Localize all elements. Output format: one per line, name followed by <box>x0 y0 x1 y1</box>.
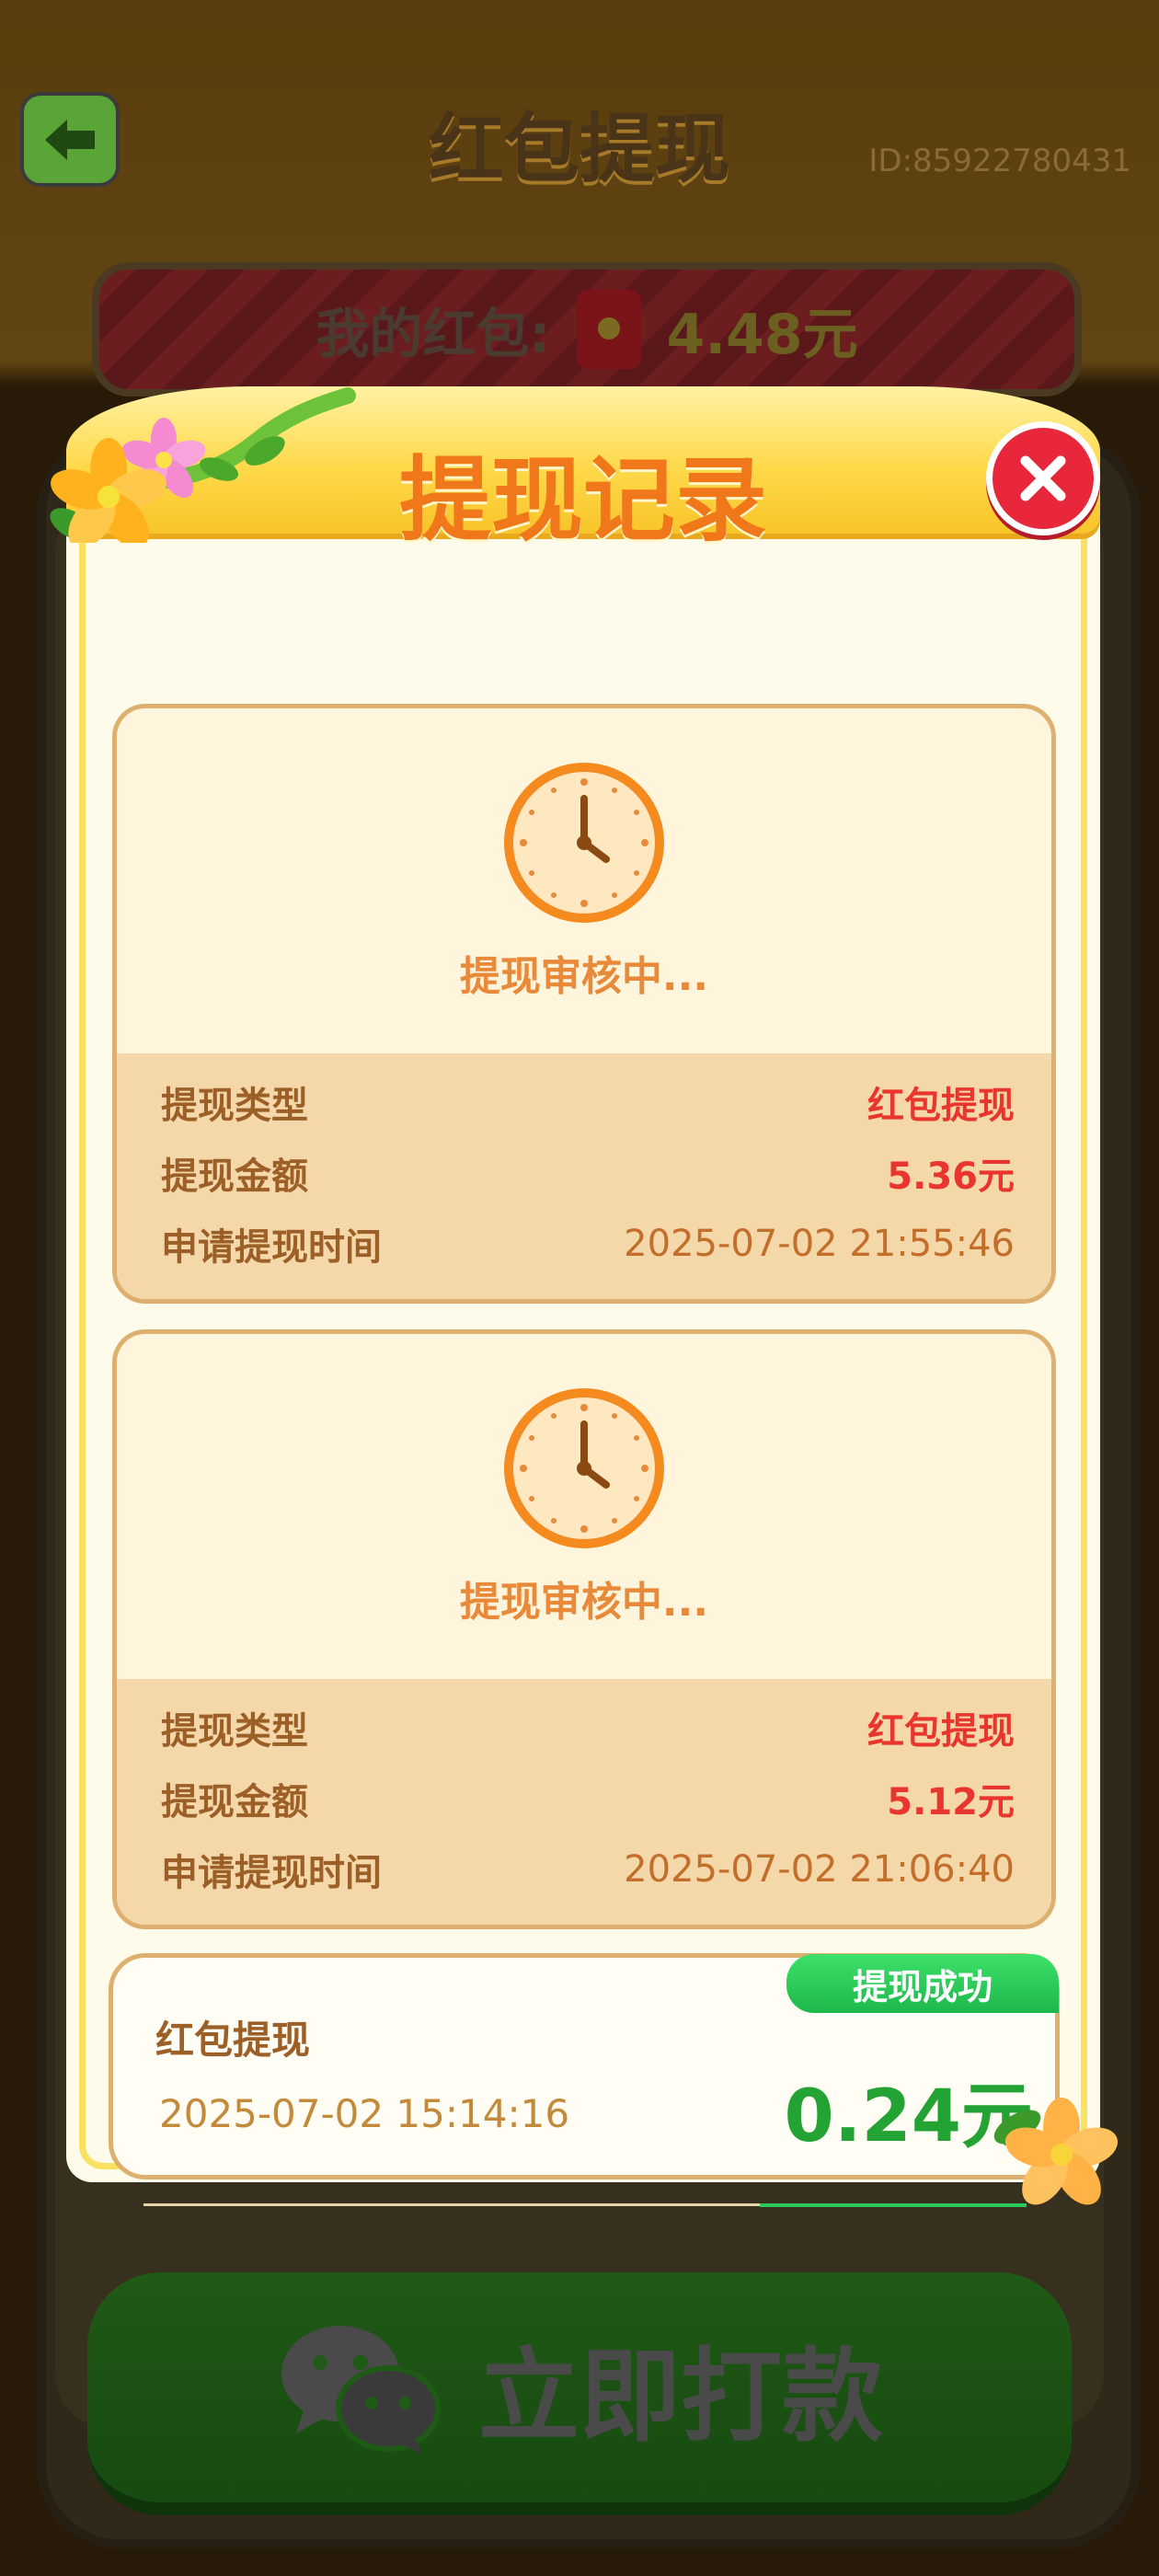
record-time: 2025-07-02 15:14:16 <box>159 2091 570 2136</box>
amount-label: 提现金额 <box>161 1155 308 1198</box>
withdraw-records-modal: 提现审核中... 提现类型 红包提现 提现金额 5.36元 申请提现时间 202… <box>50 368 1119 2207</box>
amount-value: 5.12元 <box>887 1780 1015 1823</box>
amount-value: 5.36元 <box>887 1155 1015 1198</box>
status-text: 提现审核中... <box>459 1579 709 1626</box>
pending-record-card: 提现审核中... 提现类型 红包提现 提现金额 5.36元 申请提现时间 202… <box>112 704 1056 1304</box>
record-info: 提现类型 红包提现 提现金额 5.12元 申请提现时间 2025-07-02 2… <box>117 1679 1051 1925</box>
modal-body: 提现审核中... 提现类型 红包提现 提现金额 5.36元 申请提现时间 202… <box>66 497 1119 2207</box>
next-record-card-peek <box>143 2203 1027 2271</box>
clock-icon <box>504 1388 664 1548</box>
time-label: 申请提现时间 <box>161 1225 382 1269</box>
success-badge: 提现成功 <box>786 1954 1059 2013</box>
close-icon <box>1020 455 1066 501</box>
user-id-label: ID:85922780431 <box>868 143 1131 179</box>
balance-value: 4.48元 <box>666 302 858 367</box>
type-value: 红包提现 <box>867 1709 1015 1753</box>
pay-now-button[interactable]: 立即打款 <box>87 2272 1072 2515</box>
flower-icon <box>993 2098 1119 2205</box>
flower-vine-icon <box>50 387 356 543</box>
time-value: 2025-07-02 21:55:46 <box>624 1222 1015 1265</box>
status-text: 提现审核中... <box>459 953 709 1000</box>
time-label: 申请提现时间 <box>161 1851 382 1894</box>
type-value: 红包提现 <box>867 1084 1015 1127</box>
completed-record-card: 提现成功 红包提现 2025-07-02 15:14:16 0.24元 <box>109 1953 1060 2179</box>
pay-now-label: 立即打款 <box>478 2338 883 2455</box>
close-button[interactable] <box>986 421 1100 535</box>
red-envelope-icon <box>576 290 641 369</box>
record-type: 红包提现 <box>155 2018 311 2063</box>
type-label: 提现类型 <box>161 1084 308 1127</box>
balance-label: 我的红包: <box>316 303 551 365</box>
wechat-icon <box>281 2326 441 2455</box>
amount-label: 提现金额 <box>161 1780 308 1823</box>
clock-icon <box>504 763 664 923</box>
type-label: 提现类型 <box>161 1709 308 1753</box>
pending-record-card: 提现审核中... 提现类型 红包提现 提现金额 5.12元 申请提现时间 202… <box>112 1329 1056 1929</box>
record-info: 提现类型 红包提现 提现金额 5.36元 申请提现时间 2025-07-02 2… <box>117 1053 1051 1299</box>
time-value: 2025-07-02 21:06:40 <box>624 1847 1015 1891</box>
